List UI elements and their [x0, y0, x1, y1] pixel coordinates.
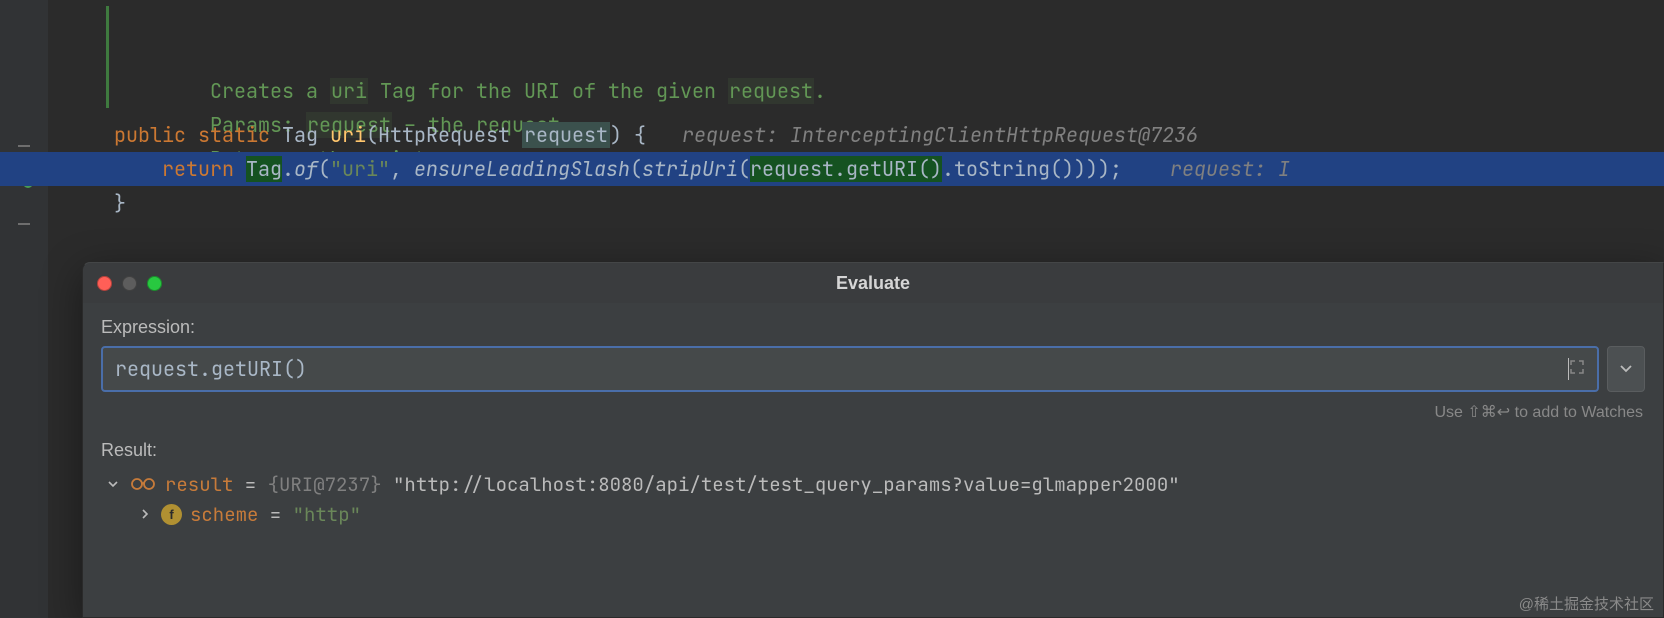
expression-input[interactable]: request.getURI(): [101, 346, 1599, 392]
chevron-right-icon[interactable]: [137, 506, 153, 522]
window-zoom-icon[interactable]: [147, 276, 162, 291]
method-close-brace: }: [0, 186, 1664, 220]
result-label: Result:: [101, 440, 1645, 461]
window-close-icon[interactable]: [97, 276, 112, 291]
add-to-watches-hint: Use ⇧⌘↩ to add to Watches: [101, 402, 1643, 422]
dialog-titlebar[interactable]: Evaluate: [83, 263, 1663, 303]
dialog-title: Evaluate: [83, 273, 1663, 294]
chevron-down-icon[interactable]: [105, 476, 121, 492]
code-editor[interactable]: Creates a uri Tag for the URI of the giv…: [0, 0, 1664, 220]
watch-glasses-icon: [129, 475, 157, 493]
field-icon: f: [161, 504, 182, 525]
javadoc-line: Creates a uri Tag for the URI of the giv…: [0, 6, 1664, 40]
method-signature-line: public static Tag uri(HttpRequest reques…: [0, 118, 1664, 152]
expand-icon[interactable]: [1569, 359, 1585, 380]
watermark: @稀土掘金技术社区: [1519, 593, 1654, 614]
tree-row-result[interactable]: result = {URI@7237} "http://localhost:80…: [101, 469, 1645, 499]
javadoc-line: Params: request – the request: [0, 40, 1664, 74]
chevron-down-icon: [1620, 365, 1632, 373]
history-dropdown-button[interactable]: [1607, 346, 1645, 392]
expression-text[interactable]: request.getURI(): [115, 356, 1567, 382]
result-tree[interactable]: result = {URI@7237} "http://localhost:80…: [101, 469, 1645, 529]
window-minimize-icon: [122, 276, 137, 291]
javadoc-line: Returns: the uri tag: [0, 74, 1664, 108]
evaluate-dialog: Evaluate Expression: request.getURI() Us…: [82, 262, 1664, 618]
tree-row-scheme[interactable]: f scheme = "http": [101, 499, 1645, 529]
expression-label: Expression:: [101, 317, 1645, 338]
execution-line: return Tag.of("uri", ensureLeadingSlash(…: [0, 152, 1664, 186]
